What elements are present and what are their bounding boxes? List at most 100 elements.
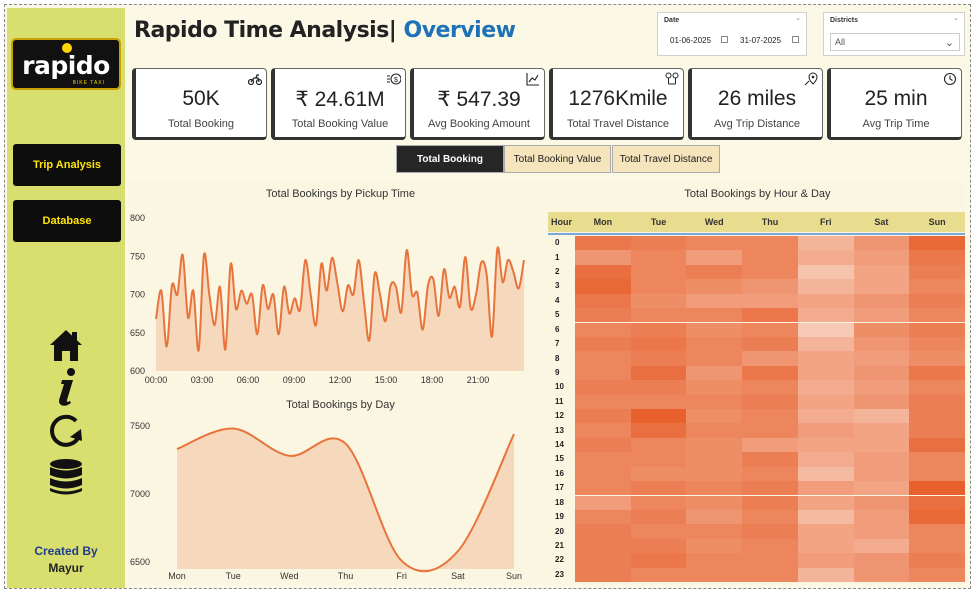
districts-slicer[interactable]: Districts ⌄ All ⌄ <box>823 12 965 56</box>
heatmap-row-label: 9 <box>555 367 560 377</box>
heatmap-cell <box>742 423 798 438</box>
heatmap-cell <box>853 322 910 337</box>
sidebar <box>7 8 125 588</box>
heatmap-cell <box>909 365 965 381</box>
heatmap-cell <box>797 553 854 568</box>
heatmap-cell <box>742 481 798 496</box>
kpi-caption: Avg Trip Time <box>862 118 930 130</box>
heatmap-cell <box>575 409 631 424</box>
heatmap-cell <box>630 365 687 381</box>
heatmap-cell <box>797 495 854 510</box>
trip-analysis-button[interactable]: Trip Analysis <box>13 144 121 186</box>
heatmap-cell <box>575 293 631 309</box>
chevron-down-icon[interactable]: ⌄ <box>945 36 954 49</box>
heatmap-cell <box>630 423 687 438</box>
heatmap-header-divider <box>548 233 965 235</box>
heatmap-cell <box>909 423 965 438</box>
heatmap-row-label: 13 <box>555 425 564 435</box>
heatmap-cell <box>742 293 798 309</box>
calendar-icon[interactable] <box>721 36 728 43</box>
heatmap-cell <box>686 409 743 424</box>
heatmap-cell <box>575 365 631 381</box>
day-chart-title: Total Bookings by Day <box>286 399 395 411</box>
calendar-icon[interactable] <box>792 36 799 43</box>
heatmap-cell <box>742 524 798 539</box>
districts-dropdown[interactable]: All ⌄ <box>830 33 960 51</box>
heatmap-cell <box>630 437 687 453</box>
clock-icon <box>943 72 957 86</box>
tab-total-travel-distance[interactable]: Total Travel Distance <box>612 145 720 173</box>
heatmap-cell <box>742 351 798 366</box>
title-accent: Overview <box>403 18 516 43</box>
heatmap-row-label: 23 <box>555 569 564 579</box>
chevron-down-icon[interactable]: ⌄ <box>795 14 801 22</box>
date-from-value: 01-06-2025 <box>670 35 711 45</box>
heatmap-cell <box>853 250 910 265</box>
heatmap-cell <box>797 351 854 366</box>
heatmap-cell <box>797 293 854 309</box>
heatmap-row-label: 12 <box>555 411 564 421</box>
heatmap-cell <box>909 236 965 251</box>
heatmap-cell <box>797 322 854 337</box>
heatmap-cell <box>909 351 965 366</box>
heatmap-column-header: Sat <box>853 212 910 232</box>
heatmap-cell <box>797 236 854 251</box>
date-from-field[interactable]: 01-06-2025 <box>663 31 730 49</box>
heatmap-cell <box>742 495 798 510</box>
heatmap-cell <box>630 394 687 409</box>
date-slicer[interactable]: Date ⌄ 01-06-2025 31-07-2025 <box>657 12 807 56</box>
kpi-value: 25 min <box>864 87 928 110</box>
heatmap-row-label: 19 <box>555 512 564 522</box>
tab-total-booking-value[interactable]: Total Booking Value <box>504 145 611 173</box>
refresh-icon[interactable] <box>46 411 86 451</box>
heatmap-cell <box>909 308 965 323</box>
heatmap-cell <box>742 538 798 554</box>
heatmap-column-header: Thu <box>742 212 798 232</box>
heatmap-cell <box>630 452 687 467</box>
heatmap-cell <box>630 293 687 309</box>
chevron-down-icon[interactable]: ⌄ <box>953 14 959 22</box>
y-tick-label: 7500 <box>130 421 150 431</box>
heatmap-cell <box>797 409 854 424</box>
heatmap-cell <box>853 538 910 554</box>
heatmap-cell <box>575 538 631 554</box>
heatmap-cell <box>909 466 965 482</box>
heatmap-cell <box>686 553 743 568</box>
kpi-card-total-travel-distance: 1276Kmile Total Travel Distance <box>549 68 684 140</box>
kpi-caption: Total Booking <box>167 118 235 130</box>
heatmap-cell <box>853 293 910 309</box>
database-icon[interactable] <box>46 457 86 497</box>
heatmap-cell <box>797 567 854 582</box>
heatmap-cell <box>686 236 743 251</box>
heatmap-cell <box>575 351 631 366</box>
heatmap-cell <box>575 250 631 265</box>
heatmap-row-label: 10 <box>555 382 564 392</box>
heatmap-cell <box>853 466 910 482</box>
heatmap-cell <box>630 322 687 337</box>
info-icon[interactable] <box>46 367 86 407</box>
heatmap-cell <box>575 524 631 539</box>
database-button[interactable]: Database <box>13 200 121 242</box>
heatmap-row-label: 21 <box>555 540 564 550</box>
heatmap-column-header: Tue <box>630 212 687 232</box>
date-to-field[interactable]: 31-07-2025 <box>735 31 803 49</box>
heatmap-cell <box>797 423 854 438</box>
heatmap-cell <box>686 394 743 409</box>
heatmap-cell <box>742 236 798 251</box>
logo-subtext: BIKE TAXI <box>72 80 105 86</box>
heatmap-cell <box>853 553 910 568</box>
heatmap-cell <box>909 524 965 539</box>
motorbike-icon <box>248 74 262 86</box>
heatmap-cell <box>742 264 798 280</box>
x-tick-label: 00:00 <box>145 375 168 385</box>
heatmap-cell <box>630 279 687 294</box>
heatmap-cell <box>909 250 965 265</box>
heatmap-cell <box>686 293 743 309</box>
heatmap-cell <box>575 553 631 568</box>
heatmap-cell <box>575 380 631 395</box>
heatmap-cell <box>575 394 631 409</box>
heatmap-cell <box>686 452 743 467</box>
x-tick-label: 09:00 <box>283 375 306 385</box>
tab-total-booking[interactable]: Total Booking <box>396 145 504 173</box>
home-icon[interactable] <box>46 326 86 366</box>
